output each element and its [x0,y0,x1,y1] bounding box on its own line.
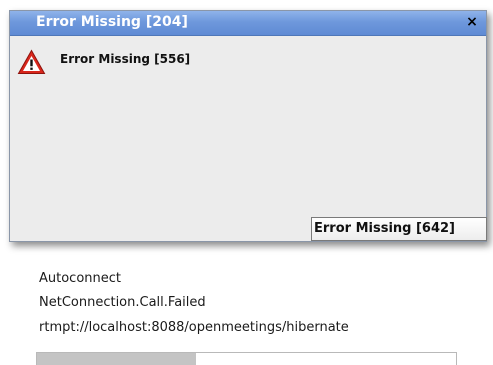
status-text-url: rtmpt://localhost:8088/openmeetings/hibe… [39,320,349,335]
progress-bar-fill [37,353,197,365]
close-icon[interactable]: × [464,14,480,31]
error-message: Error Missing [556] [60,52,191,66]
error-dialog: Error Missing [204] × Error Missing [556… [9,10,487,242]
dialog-confirm-button[interactable]: Error Missing [642] [311,217,487,241]
status-text-connection: NetConnection.Call.Failed [39,295,206,310]
connection-progress-bar [36,352,457,365]
dialog-confirm-button-label: Error Missing [642] [314,221,456,236]
warning-icon [17,49,46,74]
dialog-title: Error Missing [204] [36,14,188,30]
dialog-titlebar[interactable]: Error Missing [204] × [10,11,486,36]
status-text-autoconnect: Autoconnect [39,271,122,286]
